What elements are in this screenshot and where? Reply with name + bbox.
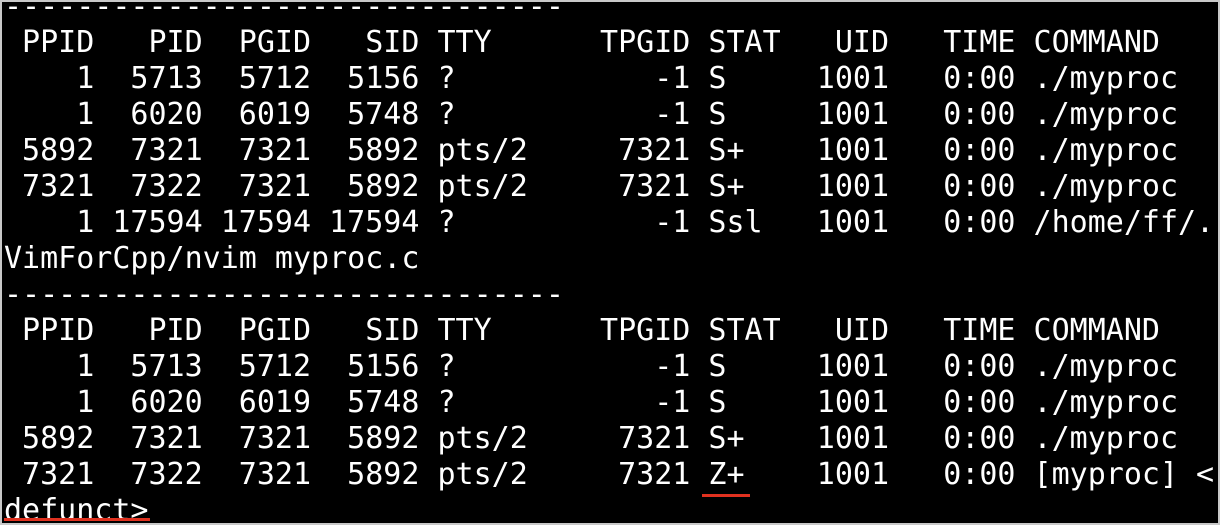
- ps-row: 1 6020 6019 5748 ? -1 S 1001 0:00 ./mypr…: [4, 385, 1178, 420]
- zombie-stat-underline: [702, 494, 750, 497]
- ps-header-row: PPID PID PGID SID TTY TPGID STAT UID TIM…: [4, 25, 1160, 60]
- ps-row: 1 5713 5712 5156 ? -1 S 1001 0:00 ./mypr…: [4, 349, 1178, 384]
- ps-row-zombie: 7321 7322 7321 5892 pts/2 7321 Z+ 1001 0…: [4, 457, 1215, 492]
- terminal-window[interactable]: ------------------------------- PPID PID…: [0, 0, 1220, 525]
- terminal-output: ------------------------------- PPID PID…: [4, 0, 1215, 525]
- ps-row: 1 5713 5712 5156 ? -1 S 1001 0:00 ./mypr…: [4, 61, 1178, 96]
- ps-header-row: PPID PID PGID SID TTY TPGID STAT UID TIM…: [4, 313, 1160, 348]
- ps-row: 5892 7321 7321 5892 pts/2 7321 S+ 1001 0…: [4, 421, 1178, 456]
- ps-row: 1 6020 6019 5748 ? -1 S 1001 0:00 ./mypr…: [4, 97, 1178, 132]
- separator-line: -------------------------------: [4, 0, 564, 24]
- ps-row: 1 17594 17594 17594 ? -1 Ssl 1001 0:00 /…: [4, 205, 1215, 240]
- ps-row: 5892 7321 7321 5892 pts/2 7321 S+ 1001 0…: [4, 133, 1178, 168]
- ps-row-wrap: VimForCpp/nvim myproc.c: [4, 241, 420, 276]
- defunct-underline: [4, 518, 150, 521]
- ps-row-wrap: defunct>: [4, 493, 149, 525]
- separator-line: -------------------------------: [4, 277, 564, 312]
- ps-row: 7321 7322 7321 5892 pts/2 7321 S+ 1001 0…: [4, 169, 1178, 204]
